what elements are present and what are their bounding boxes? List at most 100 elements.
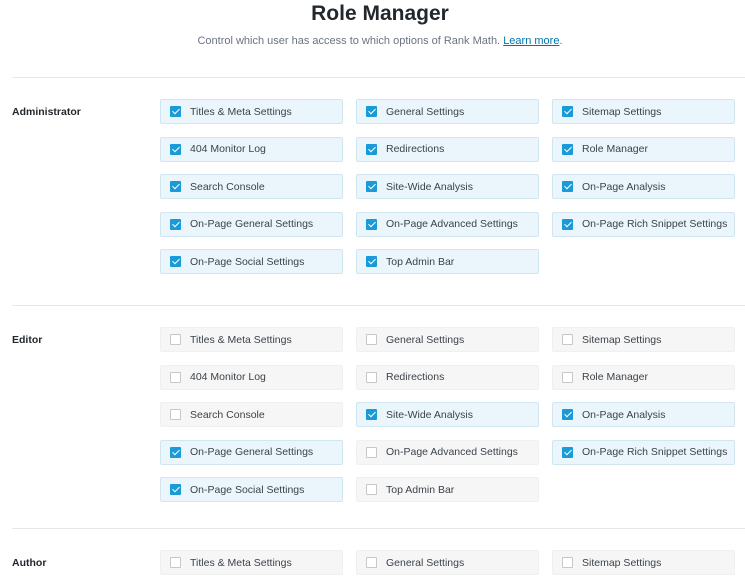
capability-checkbox-item[interactable]: General Settings: [356, 327, 539, 352]
capability-label: Role Manager: [582, 371, 648, 383]
capability-label: On-Page Social Settings: [190, 255, 305, 268]
checkbox-checked-icon[interactable]: [562, 143, 573, 155]
capability-checkbox-item[interactable]: On-Page Advanced Settings: [356, 211, 539, 237]
capability-label: Redirections: [386, 371, 445, 383]
checkbox-checked-icon[interactable]: [366, 218, 377, 230]
capability-label: On-Page General Settings: [190, 446, 314, 458]
capability-checkbox-item[interactable]: 404 Monitor Log: [160, 136, 343, 162]
checkbox-unchecked-icon[interactable]: [366, 557, 377, 568]
capability-label: Site-Wide Analysis: [386, 180, 473, 193]
capability-checkbox-item[interactable]: Search Console: [160, 174, 343, 199]
checkbox-checked-icon[interactable]: [366, 181, 377, 192]
role-label: Author: [12, 557, 47, 569]
capability-checkbox-item[interactable]: Titles & Meta Settings: [160, 550, 343, 575]
capability-checkbox-item[interactable]: Site-Wide Analysis: [356, 402, 539, 427]
capability-label: 404 Monitor Log: [190, 143, 266, 155]
capability-checkbox-item[interactable]: 404 Monitor Log: [160, 364, 343, 390]
role-label: Editor: [12, 334, 43, 346]
checkbox-checked-icon[interactable]: [170, 143, 181, 155]
checkbox-checked-icon[interactable]: [170, 484, 181, 495]
checkbox-checked-icon[interactable]: [366, 143, 377, 155]
capability-checkbox-item[interactable]: On-Page Rich Snippet Settings: [552, 439, 735, 465]
capability-label: On-Page Advanced Settings: [386, 218, 518, 230]
section-divider: [12, 77, 745, 78]
checkbox-checked-icon[interactable]: [170, 106, 181, 117]
capability-label: Titles & Meta Settings: [190, 333, 292, 346]
checkbox-checked-icon[interactable]: [562, 106, 573, 117]
section-divider: [12, 528, 745, 529]
checkbox-checked-icon[interactable]: [170, 446, 181, 458]
capability-label: On-Page Analysis: [582, 180, 666, 193]
capability-label: On-Page General Settings: [190, 218, 314, 230]
checkbox-checked-icon[interactable]: [366, 256, 377, 267]
page-subtitle: Control which user has access to which o…: [0, 35, 745, 47]
capability-label: Role Manager: [582, 143, 648, 155]
capability-label: On-Page Rich Snippet Settings: [582, 218, 728, 230]
checkbox-checked-icon[interactable]: [562, 409, 573, 420]
capability-checkbox-item[interactable]: Titles & Meta Settings: [160, 99, 343, 124]
capability-checkbox-item[interactable]: Titles & Meta Settings: [160, 327, 343, 352]
capability-label: On-Page Social Settings: [190, 483, 305, 496]
checkbox-unchecked-icon[interactable]: [170, 334, 181, 345]
checkbox-unchecked-icon[interactable]: [170, 409, 181, 420]
learn-more-link[interactable]: Learn more: [503, 35, 559, 47]
checkbox-unchecked-icon[interactable]: [170, 557, 181, 568]
checkbox-checked-icon[interactable]: [170, 256, 181, 267]
checkbox-unchecked-icon[interactable]: [562, 334, 573, 345]
page-title: Role Manager: [311, 2, 449, 25]
capability-checkbox-item[interactable]: General Settings: [356, 550, 539, 575]
capability-checkbox-item[interactable]: Sitemap Settings: [552, 327, 735, 352]
checkbox-unchecked-icon[interactable]: [366, 484, 377, 495]
role-label: Administrator: [12, 106, 81, 118]
checkbox-checked-icon[interactable]: [562, 446, 573, 458]
capability-checkbox-item[interactable]: Top Admin Bar: [356, 477, 539, 502]
capability-checkbox-item[interactable]: General Settings: [356, 99, 539, 124]
capability-label: Titles & Meta Settings: [190, 105, 292, 118]
checkbox-unchecked-icon[interactable]: [366, 446, 377, 458]
checkbox-checked-icon[interactable]: [170, 181, 181, 192]
capability-checkbox-item[interactable]: Search Console: [160, 402, 343, 427]
capability-label: Top Admin Bar: [386, 255, 455, 268]
capability-label: Search Console: [190, 180, 265, 193]
capability-checkbox-item[interactable]: Top Admin Bar: [356, 249, 539, 274]
capability-checkbox-item[interactable]: Role Manager: [552, 364, 735, 390]
capability-checkbox-item[interactable]: On-Page Social Settings: [160, 477, 343, 502]
capability-checkbox-item[interactable]: Sitemap Settings: [552, 99, 735, 124]
capability-checkbox-item[interactable]: Redirections: [356, 136, 539, 162]
capability-label: Titles & Meta Settings: [190, 556, 292, 569]
capability-label: On-Page Advanced Settings: [386, 446, 518, 458]
capability-label: General Settings: [386, 556, 465, 569]
checkbox-checked-icon[interactable]: [562, 218, 573, 230]
capability-checkbox-item[interactable]: Site-Wide Analysis: [356, 174, 539, 199]
capability-checkbox-item[interactable]: On-Page Advanced Settings: [356, 439, 539, 465]
capability-checkbox-item[interactable]: On-Page Analysis: [552, 174, 735, 199]
capability-checkbox-item[interactable]: Sitemap Settings: [552, 550, 735, 575]
capability-label: General Settings: [386, 333, 465, 346]
checkbox-checked-icon[interactable]: [366, 106, 377, 117]
checkbox-checked-icon[interactable]: [366, 409, 377, 420]
section-divider: [12, 305, 745, 306]
capability-label: Sitemap Settings: [582, 105, 662, 118]
capability-label: Redirections: [386, 143, 445, 155]
checkbox-unchecked-icon[interactable]: [170, 371, 181, 383]
checkbox-checked-icon[interactable]: [562, 181, 573, 192]
capability-checkbox-item[interactable]: Role Manager: [552, 136, 735, 162]
checkbox-unchecked-icon[interactable]: [562, 371, 573, 383]
checkbox-unchecked-icon[interactable]: [366, 334, 377, 345]
capability-checkbox-item[interactable]: On-Page General Settings: [160, 439, 343, 465]
capability-checkbox-item[interactable]: On-Page General Settings: [160, 211, 343, 237]
capability-label: On-Page Analysis: [582, 408, 666, 421]
capability-label: Sitemap Settings: [582, 556, 662, 569]
capability-label: General Settings: [386, 105, 465, 118]
capability-checkbox-item[interactable]: On-Page Rich Snippet Settings: [552, 211, 735, 237]
checkbox-checked-icon[interactable]: [170, 218, 181, 230]
subtitle-end: .: [559, 35, 563, 47]
capability-label: Sitemap Settings: [582, 333, 662, 346]
capability-checkbox-item[interactable]: On-Page Analysis: [552, 402, 735, 427]
capability-label: On-Page Rich Snippet Settings: [582, 446, 728, 458]
checkbox-unchecked-icon[interactable]: [562, 557, 573, 568]
capability-label: Site-Wide Analysis: [386, 408, 473, 421]
checkbox-unchecked-icon[interactable]: [366, 371, 377, 383]
capability-checkbox-item[interactable]: On-Page Social Settings: [160, 249, 343, 274]
capability-checkbox-item[interactable]: Redirections: [356, 364, 539, 390]
